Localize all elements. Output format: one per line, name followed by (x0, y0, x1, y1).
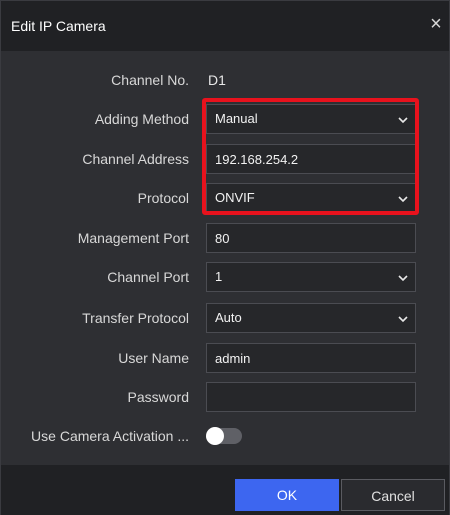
channel-no-row: Channel No. D1 (1, 65, 449, 95)
dialog-titlebar: Edit IP Camera × (1, 1, 449, 51)
cancel-button[interactable]: Cancel (341, 479, 445, 511)
adding-method-select[interactable]: Manual (206, 104, 416, 134)
adding-method-value: Manual (215, 111, 258, 126)
channel-port-label: Channel Port (107, 269, 189, 285)
chevron-down-icon (398, 316, 408, 323)
camera-activation-toggle[interactable] (206, 427, 242, 445)
transfer-protocol-value: Auto (215, 310, 242, 325)
password-label: Password (127, 389, 189, 405)
management-port-input[interactable] (206, 223, 416, 253)
chevron-down-icon (398, 196, 408, 203)
adding-method-label: Adding Method (94, 111, 189, 127)
protocol-select[interactable]: ONVIF (206, 183, 416, 213)
edit-ip-camera-dialog: Edit IP Camera × Channel No. D1 Adding M… (0, 0, 450, 515)
transfer-protocol-row: Transfer Protocol Auto (1, 303, 449, 333)
channel-port-value: 1 (215, 269, 223, 284)
management-port-label: Management Port (77, 230, 189, 246)
channel-address-row: Channel Address (1, 144, 449, 174)
channel-port-row: Channel Port 1 (1, 262, 449, 292)
password-input[interactable] (206, 382, 416, 412)
management-port-row: Management Port (1, 223, 449, 253)
adding-method-row: Adding Method Manual (1, 104, 449, 134)
transfer-protocol-label: Transfer Protocol (82, 310, 189, 326)
chevron-down-icon (398, 275, 408, 282)
ok-button[interactable]: OK (235, 479, 339, 511)
channel-address-input[interactable] (206, 144, 416, 174)
user-name-row: User Name (1, 343, 449, 373)
channel-no-value: D1 (208, 72, 226, 88)
camera-activation-label: Use Camera Activation ... (31, 428, 189, 444)
protocol-label: Protocol (137, 190, 189, 206)
channel-address-label: Channel Address (82, 151, 189, 167)
dialog-footer: OK Cancel (1, 465, 449, 515)
user-name-label: User Name (118, 350, 189, 366)
transfer-protocol-select[interactable]: Auto (206, 303, 416, 333)
channel-port-select[interactable]: 1 (206, 262, 416, 292)
protocol-row: Protocol ONVIF (1, 183, 449, 213)
user-name-input[interactable] (206, 343, 416, 373)
toggle-knob (206, 427, 224, 445)
chevron-down-icon (398, 117, 408, 124)
dialog-title: Edit IP Camera (11, 18, 106, 34)
protocol-value: ONVIF (215, 190, 255, 205)
camera-activation-row: Use Camera Activation ... (1, 421, 449, 451)
channel-no-label: Channel No. (111, 72, 189, 88)
close-icon[interactable]: × (425, 13, 447, 35)
password-row: Password (1, 382, 449, 412)
